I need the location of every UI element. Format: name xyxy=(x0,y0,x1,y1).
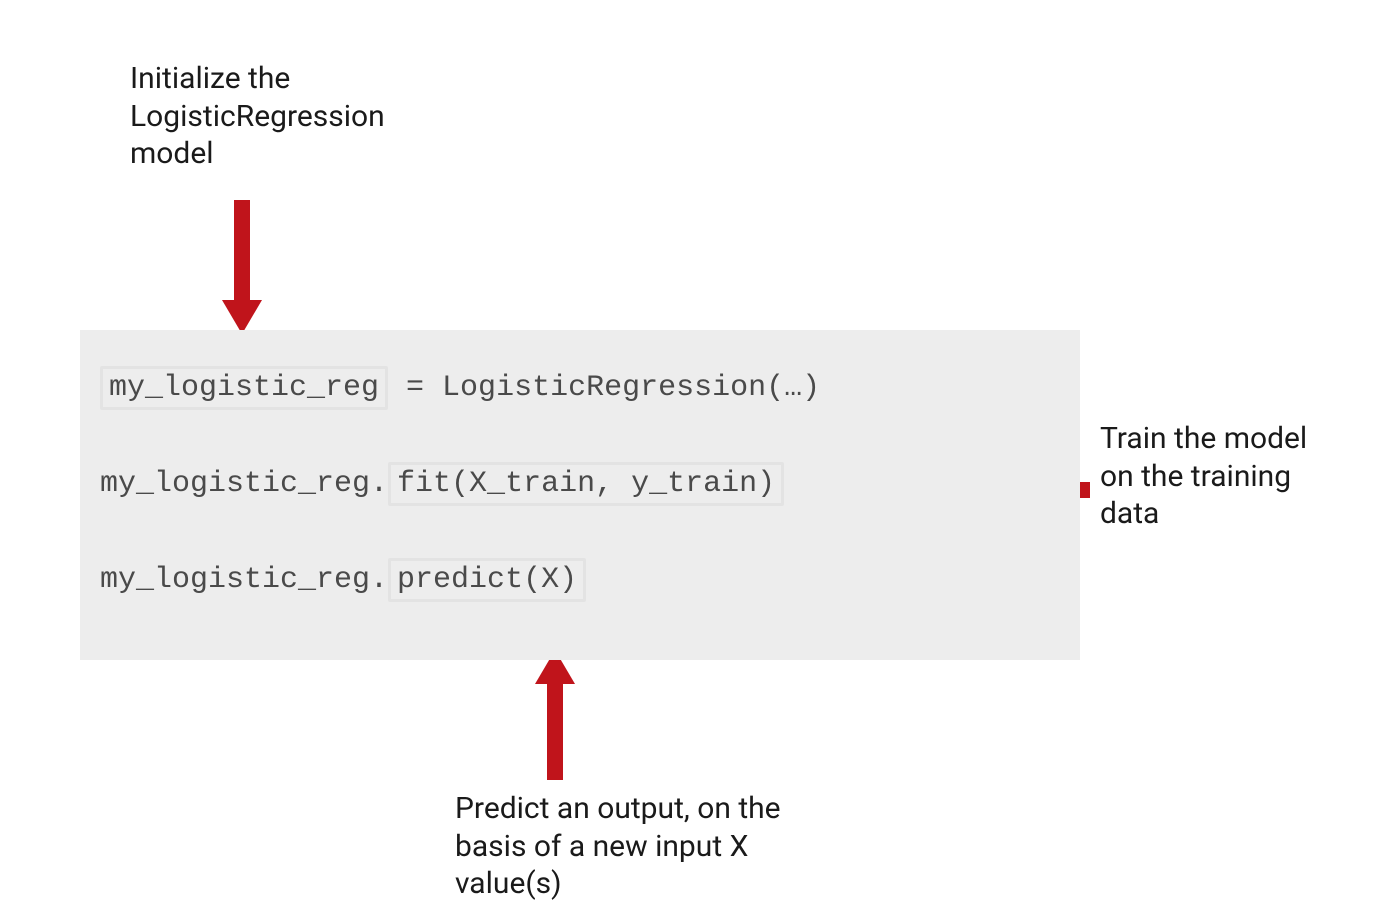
arrow-down-icon xyxy=(222,200,262,335)
diagram-stage: Initialize the LogisticRegression model … xyxy=(0,0,1400,922)
code-prefix-3: my_logistic_reg. xyxy=(100,563,388,597)
code-line-3: my_logistic_reg.predict(X) xyxy=(100,558,1060,606)
highlight-variable: my_logistic_reg xyxy=(100,366,388,410)
highlight-predict-call: predict(X) xyxy=(388,558,586,602)
code-line-2: my_logistic_reg.fit(X_train, y_train) xyxy=(100,462,1060,510)
code-block: my_logistic_reg = LogisticRegression(…) … xyxy=(80,330,1080,660)
annotation-train: Train the model on the training data xyxy=(1100,420,1330,533)
code-rest-1: = LogisticRegression(…) xyxy=(388,371,820,405)
arrow-up-icon xyxy=(535,650,575,780)
code-line-1: my_logistic_reg = LogisticRegression(…) xyxy=(100,366,1060,414)
code-prefix-2: my_logistic_reg. xyxy=(100,467,388,501)
annotation-predict: Predict an output, on the basis of a new… xyxy=(455,790,795,903)
annotation-initialize: Initialize the LogisticRegression model xyxy=(130,60,450,173)
highlight-fit-call: fit(X_train, y_train) xyxy=(388,462,784,506)
